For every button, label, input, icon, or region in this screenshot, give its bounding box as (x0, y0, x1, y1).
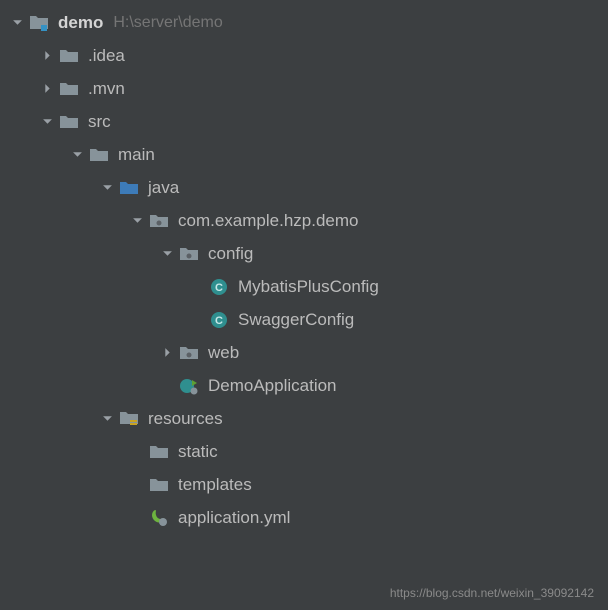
folder-icon (58, 78, 80, 100)
java-class-icon: C (208, 276, 230, 298)
tree-row[interactable]: templates (0, 468, 608, 501)
tree-row[interactable]: DemoApplication (0, 369, 608, 402)
chevron-down-icon[interactable] (38, 113, 56, 131)
svg-text:C: C (215, 282, 223, 294)
spring-config-icon (148, 507, 170, 529)
tree-label: src (88, 112, 111, 132)
tree-row[interactable]: C MybatisPlusConfig (0, 270, 608, 303)
tree-row[interactable]: .idea (0, 39, 608, 72)
tree-path-hint: H:\server\demo (113, 14, 222, 32)
tree-label: static (178, 442, 218, 462)
package-icon (178, 342, 200, 364)
tree-label: MybatisPlusConfig (238, 277, 379, 297)
svg-text:C: C (215, 315, 223, 327)
tree-row[interactable]: C SwaggerConfig (0, 303, 608, 336)
tree-label: web (208, 343, 239, 363)
folder-icon (148, 441, 170, 463)
tree-label: com.example.hzp.demo (178, 211, 358, 231)
tree-row[interactable]: src (0, 105, 608, 138)
folder-icon (148, 474, 170, 496)
spring-boot-app-icon (178, 375, 200, 397)
chevron-right-icon[interactable] (38, 80, 56, 98)
tree-row[interactable]: resources (0, 402, 608, 435)
project-tree: demo H:\server\demo .idea .mvn src (0, 0, 608, 534)
folder-icon (58, 45, 80, 67)
tree-row[interactable]: com.example.hzp.demo (0, 204, 608, 237)
tree-label: java (148, 178, 179, 198)
tree-label: resources (148, 409, 223, 429)
tree-label: config (208, 244, 253, 264)
tree-row[interactable]: static (0, 435, 608, 468)
chevron-down-icon[interactable] (8, 14, 26, 32)
folder-icon (88, 144, 110, 166)
tree-label: .idea (88, 46, 125, 66)
tree-label: demo (58, 13, 103, 33)
resources-folder-icon (118, 408, 140, 430)
tree-label: .mvn (88, 79, 125, 99)
chevron-down-icon[interactable] (158, 245, 176, 263)
tree-row[interactable]: java (0, 171, 608, 204)
chevron-right-icon[interactable] (38, 47, 56, 65)
tree-row[interactable]: application.yml (0, 501, 608, 534)
folder-icon (58, 111, 80, 133)
chevron-right-icon[interactable] (158, 344, 176, 362)
tree-row[interactable]: web (0, 336, 608, 369)
chevron-down-icon[interactable] (68, 146, 86, 164)
tree-row[interactable]: .mvn (0, 72, 608, 105)
package-icon (148, 210, 170, 232)
tree-label: SwaggerConfig (238, 310, 354, 330)
tree-row[interactable]: main (0, 138, 608, 171)
tree-row[interactable]: config (0, 237, 608, 270)
tree-label: DemoApplication (208, 376, 337, 396)
source-folder-icon (118, 177, 140, 199)
package-icon (178, 243, 200, 265)
tree-label: templates (178, 475, 252, 495)
chevron-down-icon[interactable] (98, 410, 116, 428)
java-class-icon: C (208, 309, 230, 331)
chevron-down-icon[interactable] (98, 179, 116, 197)
tree-row-root[interactable]: demo H:\server\demo (0, 6, 608, 39)
tree-label: main (118, 145, 155, 165)
tree-label: application.yml (178, 508, 290, 528)
module-folder-icon (28, 12, 50, 34)
chevron-down-icon[interactable] (128, 212, 146, 230)
watermark-text: https://blog.csdn.net/weixin_39092142 (390, 586, 594, 600)
